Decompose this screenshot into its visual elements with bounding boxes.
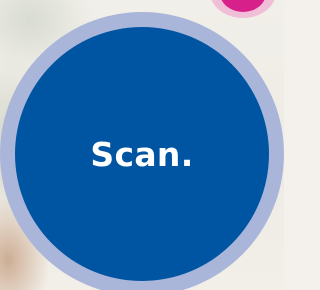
scan-button[interactable]: Scan. <box>15 27 269 281</box>
scan-label: Scan. <box>90 134 194 174</box>
